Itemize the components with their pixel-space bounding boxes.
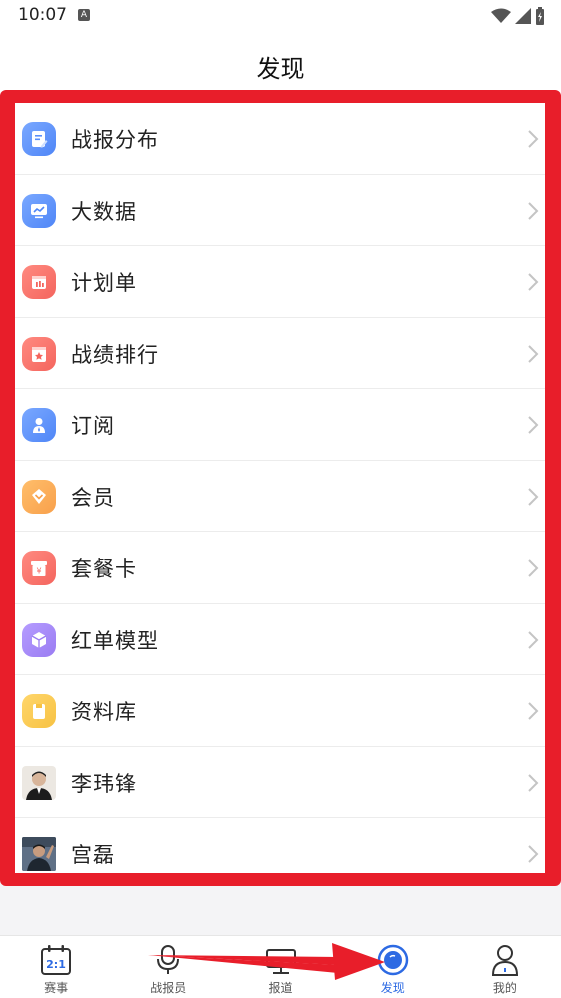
tab-label: 我的 (492, 981, 517, 995)
wifi-icon (491, 8, 511, 23)
tab-label: 赛事 (44, 981, 69, 995)
discover-menu-list: 战报分布 大数据 计划单 战绩排行 订阅 会员 ¥ 套餐卡 红单模型 资料库 李… (15, 103, 545, 873)
package-card-icon: ¥ (22, 551, 56, 585)
chevron-right-icon (528, 845, 539, 863)
menu-item-label: 计划单 (71, 271, 137, 295)
bottom-tab-bar: 2:1 赛事 战报员 报道 发现 我的 (0, 935, 561, 998)
avatar-photo (22, 765, 56, 800)
menu-item-red-model[interactable]: 红单模型 (15, 604, 545, 675)
highlight-frame: 战报分布 大数据 计划单 战绩排行 订阅 会员 ¥ 套餐卡 红单模型 资料库 李… (0, 90, 561, 886)
tab-label: 战报员 (150, 981, 187, 995)
menu-item-label: 资料库 (71, 700, 137, 724)
signal-icon (515, 8, 531, 24)
menu-item-ranking[interactable]: 战绩排行 (15, 318, 545, 389)
microphone-icon (157, 945, 180, 974)
menu-item-label: 会员 (71, 485, 115, 510)
menu-item-battle-report[interactable]: 战报分布 (15, 103, 545, 175)
menu-item-plan-list[interactable]: 计划单 (15, 246, 545, 318)
page-title: 发现 (256, 55, 305, 83)
menu-item-label: 宫磊 (71, 843, 115, 867)
chevron-right-icon (528, 559, 539, 577)
monitor-chart-icon (22, 193, 56, 228)
menu-item-expert-liweifeng[interactable]: 李玮锋 (15, 747, 545, 818)
folder-icon (22, 694, 56, 728)
screen-icon (265, 949, 296, 974)
user-subscribe-icon (22, 408, 56, 442)
tab-mine[interactable]: 我的 (449, 936, 561, 998)
notification-badge: A (78, 9, 90, 21)
tab-label: 发现 (380, 981, 405, 995)
avatar-photo (22, 837, 56, 871)
tab-matches[interactable]: 2:1 赛事 (0, 936, 112, 998)
menu-item-label: 战报分布 (71, 128, 159, 152)
diamond-icon (22, 479, 56, 514)
menu-item-label: 订阅 (71, 414, 115, 438)
ranking-icon (22, 336, 56, 371)
person-icon (491, 945, 518, 976)
chevron-right-icon (528, 773, 539, 792)
chevron-right-icon (528, 630, 539, 649)
score-badge: 2:1 (46, 958, 66, 971)
status-bar: 10:07 A (0, 0, 561, 34)
tab-discover[interactable]: 发现 (337, 936, 449, 998)
chevron-right-icon (528, 201, 539, 220)
chevron-right-icon (528, 130, 539, 148)
status-time: 10:07 (18, 5, 67, 25)
menu-item-membership[interactable]: 会员 (15, 461, 545, 532)
tab-reports[interactable]: 报道 (224, 936, 336, 998)
tab-label: 报道 (268, 981, 293, 995)
menu-item-label: 红单模型 (71, 628, 159, 653)
calendar-score-icon: 2:1 (41, 945, 72, 975)
menu-item-subscribe[interactable]: 订阅 (15, 389, 545, 461)
cube-icon (22, 622, 56, 657)
menu-item-database[interactable]: 资料库 (15, 675, 545, 747)
svg-text:¥: ¥ (36, 567, 41, 576)
chevron-right-icon (528, 344, 539, 363)
battery-icon (536, 7, 544, 25)
chevron-right-icon (528, 702, 539, 720)
menu-item-package-card[interactable]: ¥ 套餐卡 (15, 532, 545, 604)
menu-item-label: 李玮锋 (71, 771, 137, 796)
menu-item-expert-gonglei[interactable]: 宫磊 (15, 818, 545, 873)
calendar-icon (22, 265, 56, 299)
tab-reporters[interactable]: 战报员 (112, 936, 224, 998)
menu-item-label: 套餐卡 (71, 557, 137, 581)
chevron-right-icon (528, 273, 539, 291)
chevron-right-icon (528, 487, 539, 506)
chevron-right-icon (528, 416, 539, 434)
header: 发现 (0, 34, 561, 94)
menu-item-label: 战绩排行 (71, 342, 159, 367)
compass-icon (377, 944, 408, 976)
menu-item-big-data[interactable]: 大数据 (15, 175, 545, 246)
report-icon (22, 122, 56, 156)
menu-item-label: 大数据 (71, 199, 137, 224)
status-icons (491, 7, 545, 25)
